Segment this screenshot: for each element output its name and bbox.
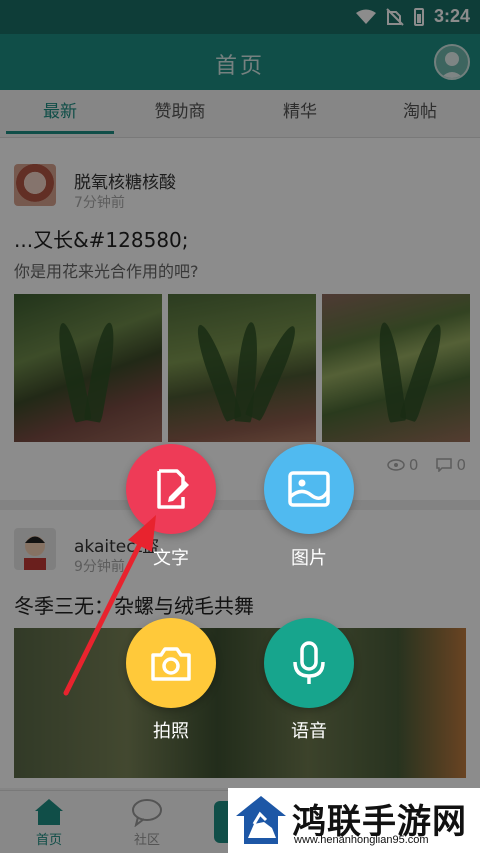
text-post-label: 文字 [153,548,189,569]
modal-overlay[interactable] [0,0,480,853]
camera-icon [151,647,191,681]
camera-post-button[interactable] [126,618,216,708]
text-post-button[interactable] [126,444,216,534]
camera-post-label: 拍照 [153,721,189,742]
microphone-icon [293,641,325,684]
image-post-label: 图片 [291,548,327,569]
image-post-button[interactable] [264,444,354,534]
voice-post-label: 语音 [291,721,327,742]
watermark: 鸿联手游网 www.henanhonglian95.com [228,788,480,853]
watermark-url: www.henanhonglian95.com [294,834,429,846]
voice-post-button[interactable] [264,618,354,708]
site-logo-icon [236,796,286,844]
image-icon [288,471,330,507]
edit-document-icon [157,469,189,509]
